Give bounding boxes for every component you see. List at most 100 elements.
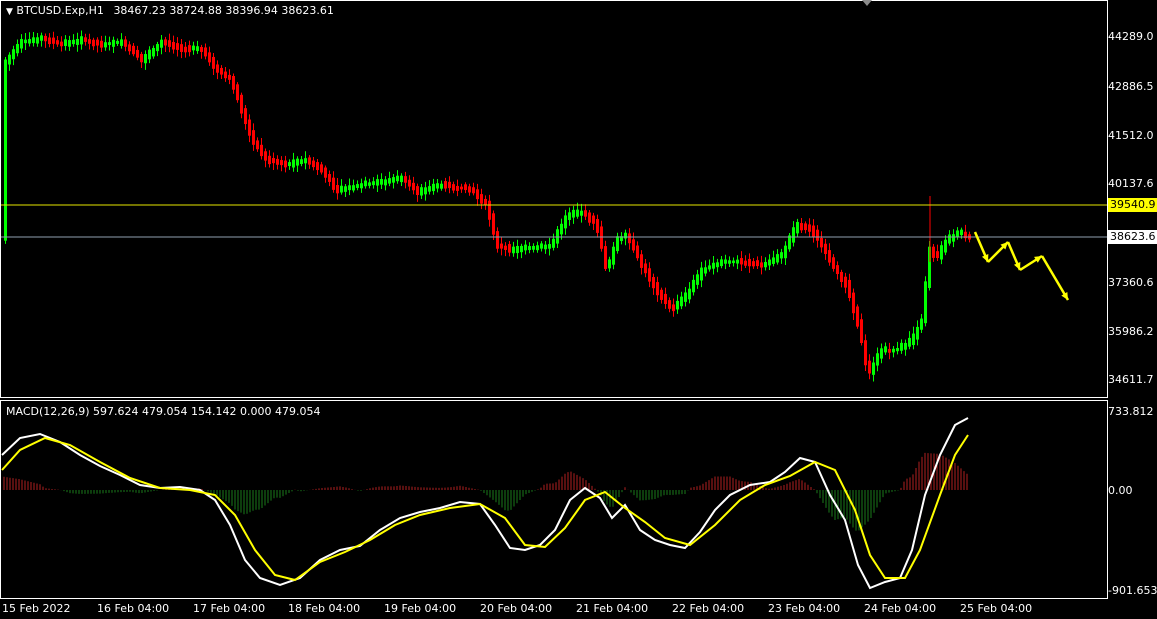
price-tick: 37360.6 xyxy=(1108,276,1154,289)
candle-body xyxy=(24,39,27,44)
macd-chart[interactable] xyxy=(0,400,1157,600)
candle-body xyxy=(560,223,563,235)
candle-body xyxy=(776,254,779,263)
candle-body xyxy=(232,76,235,90)
candle-body xyxy=(212,56,215,69)
candle-body xyxy=(432,183,435,192)
candle-body xyxy=(248,119,251,136)
candle-body xyxy=(780,252,783,259)
candle-body xyxy=(556,229,559,244)
candle-body xyxy=(240,94,243,114)
candle-body xyxy=(936,251,939,259)
candle-body xyxy=(32,37,35,44)
candle-body xyxy=(188,45,191,53)
candle-body xyxy=(160,39,163,48)
candle-body xyxy=(136,49,139,58)
candle-body xyxy=(268,155,271,165)
candle-body xyxy=(588,212,591,223)
macd-axis-tick: 733.812 xyxy=(1108,405,1154,418)
candle-body xyxy=(128,44,131,52)
candle-body xyxy=(156,44,159,52)
price-tick: 44289.0 xyxy=(1108,30,1154,43)
candle-body xyxy=(312,160,315,168)
candle-body xyxy=(428,186,431,192)
candle-body xyxy=(900,342,903,351)
candle-body xyxy=(924,281,927,324)
candle-body xyxy=(228,74,231,80)
candle-body xyxy=(932,246,935,258)
candle-body xyxy=(116,40,119,44)
candle-body xyxy=(296,158,299,166)
dropdown-triangle-icon[interactable]: ▼ xyxy=(6,7,13,17)
candle-body xyxy=(376,179,379,186)
time-tick: 24 Feb 04:00 xyxy=(864,602,937,615)
candle-body xyxy=(320,164,323,173)
candle-body xyxy=(732,260,735,264)
candle-body xyxy=(440,183,443,189)
candle-body xyxy=(488,200,491,220)
candle-body xyxy=(292,159,295,168)
candle-body xyxy=(352,185,355,191)
candle-body xyxy=(8,54,11,65)
time-tick: 15 Feb 2022 xyxy=(2,602,71,615)
candle-body xyxy=(548,244,551,249)
time-tick: 23 Feb 04:00 xyxy=(768,602,841,615)
candle-body xyxy=(792,227,795,243)
candle-body xyxy=(724,259,727,264)
candle-body xyxy=(848,279,851,298)
candle-body xyxy=(400,175,403,183)
candle-body xyxy=(948,234,951,244)
candle-body xyxy=(496,231,499,249)
candle-body xyxy=(896,348,899,352)
candle-body xyxy=(604,246,607,269)
candle-body xyxy=(532,245,535,250)
candle-body xyxy=(840,271,843,282)
candle-body xyxy=(720,259,723,267)
candle-body xyxy=(448,181,451,189)
candle-body xyxy=(644,263,647,274)
candle-body xyxy=(812,225,815,237)
candle-body xyxy=(68,40,71,47)
time-tick: 25 Feb 04:00 xyxy=(960,602,1033,615)
candle-body xyxy=(280,160,283,166)
candle-body xyxy=(372,181,375,186)
candle-body xyxy=(816,229,819,241)
candle-body xyxy=(772,257,775,264)
candle-body xyxy=(636,245,639,259)
candle-body xyxy=(856,306,859,327)
candle-body xyxy=(416,186,419,196)
candle-body xyxy=(44,35,47,42)
candle-body xyxy=(304,158,307,164)
candle-body xyxy=(148,49,151,60)
candle-body xyxy=(52,37,55,44)
candle-body xyxy=(348,185,351,191)
candle-body xyxy=(916,326,919,340)
candle-body xyxy=(288,162,291,167)
candle-body xyxy=(468,186,471,193)
candle-body xyxy=(808,224,811,232)
candle-body xyxy=(600,226,603,249)
candle-body xyxy=(796,221,799,234)
candle-body xyxy=(760,262,763,268)
candle-body xyxy=(200,47,203,52)
candle-body xyxy=(60,41,63,47)
candle-body xyxy=(616,236,619,252)
price-chart[interactable] xyxy=(0,0,1157,399)
chart-header: ▼ BTCUSD.Exp,H1 38467.23 38724.88 38396.… xyxy=(6,4,334,17)
candle-body xyxy=(244,108,247,125)
candle-body xyxy=(220,67,223,75)
candle-body xyxy=(888,348,891,353)
candle-body xyxy=(36,37,39,44)
candle-body xyxy=(676,300,679,310)
candle-body xyxy=(308,157,311,165)
candle-body xyxy=(476,189,479,200)
candle-body xyxy=(572,209,575,218)
candle-body xyxy=(832,257,835,269)
candle-body xyxy=(868,360,871,374)
candle-body xyxy=(72,39,75,45)
candle-body xyxy=(436,183,439,189)
candle-body xyxy=(124,39,127,47)
candle-body xyxy=(344,186,347,192)
candle-body xyxy=(420,187,423,196)
candle-body xyxy=(740,258,743,265)
